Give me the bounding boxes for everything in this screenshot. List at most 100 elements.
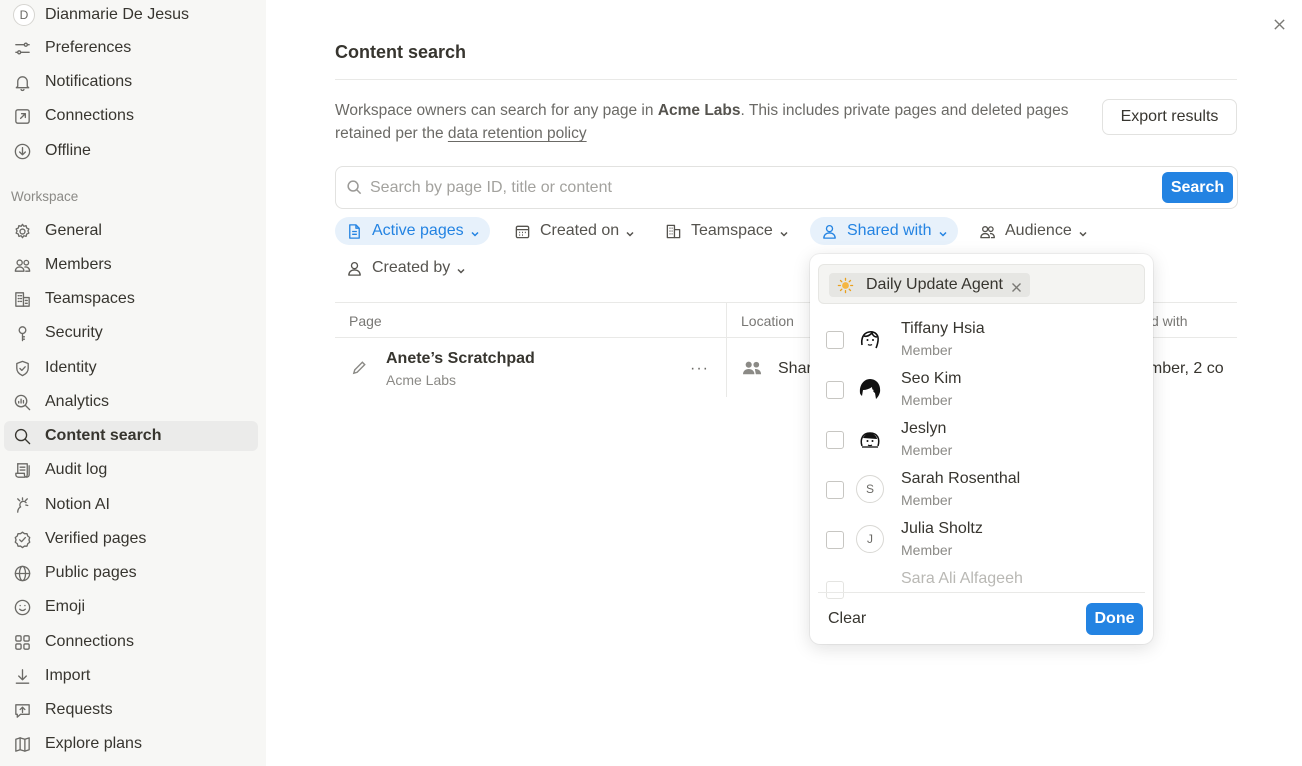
popup-divider bbox=[818, 592, 1145, 593]
shared-with-dropdown: Daily Update Agent Tiffany Hsia Member S… bbox=[810, 254, 1153, 644]
option-checkbox[interactable] bbox=[826, 581, 844, 599]
sidebar-item-preferences[interactable]: Preferences bbox=[4, 33, 258, 63]
sidebar-item-label: Content search bbox=[45, 427, 162, 444]
option-role: Member bbox=[901, 542, 953, 558]
filter-teamspace[interactable]: Teamspace bbox=[654, 217, 799, 245]
filter-active-pages[interactable]: Active pages bbox=[335, 217, 490, 245]
sidebar-item-security[interactable]: Security bbox=[4, 318, 258, 348]
option-checkbox[interactable] bbox=[826, 381, 844, 399]
sidebar-item-verified-pages[interactable]: Verified pages bbox=[4, 524, 258, 554]
workspace-section-label: Workspace bbox=[11, 189, 79, 204]
filter-shared-with[interactable]: Shared with bbox=[810, 217, 958, 245]
option-sarah-rosenthal[interactable]: S Sarah Rosenthal Member bbox=[810, 466, 1153, 516]
sidebar-item-notifications[interactable]: Notifications bbox=[4, 67, 258, 97]
done-button[interactable]: Done bbox=[1086, 603, 1143, 635]
option-role: Member bbox=[901, 442, 953, 458]
sidebar-item-label: Preferences bbox=[45, 39, 132, 56]
filter-created-on[interactable]: Created on bbox=[503, 217, 645, 245]
people-icon bbox=[741, 359, 765, 379]
row-page-title[interactable]: Anete’s Scratchpad bbox=[386, 350, 535, 368]
sidebar-item-emoji[interactable]: Emoji bbox=[4, 592, 258, 622]
sidebar-item-notion-ai[interactable]: Notion AI bbox=[4, 490, 258, 520]
search-button[interactable]: Search bbox=[1162, 172, 1233, 203]
clear-button[interactable]: Clear bbox=[828, 610, 866, 628]
sidebar-item-label: Analytics bbox=[45, 393, 110, 410]
sidebar-item-analytics[interactable]: Analytics bbox=[4, 387, 258, 417]
selected-token-label: Daily Update Agent bbox=[866, 276, 1003, 293]
download-arrow-icon bbox=[12, 666, 32, 686]
workspace-name: Acme Labs bbox=[657, 102, 741, 119]
sidebar-item-label: Public pages bbox=[45, 564, 137, 581]
calendar-icon bbox=[513, 222, 531, 240]
option-checkbox[interactable] bbox=[826, 531, 844, 549]
sidebar-item-members[interactable]: Members bbox=[4, 250, 258, 280]
title-divider bbox=[335, 79, 1237, 80]
search-icon bbox=[12, 426, 32, 446]
filter-audience[interactable]: Audience bbox=[968, 217, 1098, 245]
row-more-button[interactable]: ··· bbox=[690, 360, 709, 378]
sidebar-item-requests[interactable]: Requests bbox=[4, 695, 258, 725]
sidebar-item-label: Explore plans bbox=[45, 735, 142, 752]
data-retention-policy-link[interactable]: data retention policy bbox=[448, 125, 587, 142]
option-tiffany-hsia[interactable]: Tiffany Hsia Member bbox=[810, 316, 1153, 366]
gear-icon bbox=[12, 221, 32, 241]
search-input[interactable] bbox=[368, 175, 1148, 201]
option-julia-sholtz[interactable]: J Julia Sholtz Member bbox=[810, 516, 1153, 566]
option-role: Member bbox=[901, 392, 953, 408]
sidebar-item-public-pages[interactable]: Public pages bbox=[4, 558, 258, 588]
sidebar-item-audit-log[interactable]: Audit log bbox=[4, 455, 258, 485]
page-description: Workspace owners can search for any page… bbox=[335, 99, 1080, 145]
ai-face-icon bbox=[12, 495, 32, 515]
grid-apps-icon bbox=[12, 632, 32, 652]
chevron-down-icon bbox=[470, 226, 480, 237]
sidebar-item-import[interactable]: Import bbox=[4, 661, 258, 691]
option-checkbox[interactable] bbox=[826, 481, 844, 499]
option-role: Member bbox=[901, 342, 953, 358]
sidebar-item-label: Notifications bbox=[45, 73, 133, 90]
option-checkbox[interactable] bbox=[826, 431, 844, 449]
sidebar-user[interactable]: D Dianmarie De Jesus bbox=[4, 0, 258, 30]
sidebar-item-label: Emoji bbox=[45, 598, 86, 615]
option-name: Julia Sholtz bbox=[901, 520, 983, 537]
remove-token-icon[interactable] bbox=[1011, 280, 1022, 292]
option-jeslyn[interactable]: Jeslyn Member bbox=[810, 416, 1153, 466]
sidebar-item-teamspaces[interactable]: Teamspaces bbox=[4, 284, 258, 314]
option-role: Member bbox=[901, 492, 953, 508]
column-header-location[interactable]: Location bbox=[741, 313, 794, 329]
export-results-button[interactable]: Export results bbox=[1102, 99, 1237, 135]
sidebar-item-explore-plans[interactable]: Explore plans bbox=[4, 729, 258, 759]
sidebar-item-connections-workspace[interactable]: Connections bbox=[4, 627, 258, 657]
sidebar-item-identity[interactable]: Identity bbox=[4, 353, 258, 383]
avatar: D bbox=[13, 4, 35, 26]
download-circle-icon bbox=[12, 141, 32, 161]
sidebar-item-offline[interactable]: Offline bbox=[4, 136, 258, 166]
filter-label: Audience bbox=[1005, 222, 1072, 239]
sidebar-user-name: Dianmarie De Jesus bbox=[45, 6, 190, 23]
filter-label: Shared with bbox=[847, 222, 932, 239]
person-icon bbox=[820, 222, 838, 240]
sidebar-item-label: Teamspaces bbox=[45, 290, 135, 307]
column-header-page[interactable]: Page bbox=[349, 313, 382, 329]
sidebar-item-content-search[interactable]: Content search bbox=[4, 421, 258, 451]
close-button[interactable] bbox=[1268, 13, 1290, 35]
avatar: J bbox=[856, 525, 884, 553]
sidebar-item-label: Notion AI bbox=[45, 496, 110, 513]
filter-created-by[interactable]: Created by bbox=[335, 254, 476, 282]
option-name: Tiffany Hsia bbox=[901, 320, 985, 337]
people-icon bbox=[12, 255, 32, 275]
sidebar-item-general[interactable]: General bbox=[4, 216, 258, 246]
sliders-icon bbox=[12, 38, 32, 58]
option-seo-kim[interactable]: Seo Kim Member bbox=[810, 366, 1153, 416]
search-bar: Search bbox=[335, 166, 1238, 209]
sidebar-item-label: Identity bbox=[45, 359, 97, 376]
sidebar-item-connections[interactable]: Connections bbox=[4, 101, 258, 131]
page-title: Content search bbox=[335, 42, 467, 62]
building-icon bbox=[664, 222, 682, 240]
building-icon bbox=[12, 289, 32, 309]
column-header-shared-with[interactable]: d with bbox=[1151, 313, 1188, 329]
option-name: Sarah Rosenthal bbox=[901, 470, 1021, 487]
option-checkbox[interactable] bbox=[826, 331, 844, 349]
sidebar-item-label: Offline bbox=[45, 142, 91, 159]
chevron-down-icon bbox=[779, 226, 789, 237]
selected-people-field[interactable]: Daily Update Agent bbox=[818, 264, 1145, 304]
